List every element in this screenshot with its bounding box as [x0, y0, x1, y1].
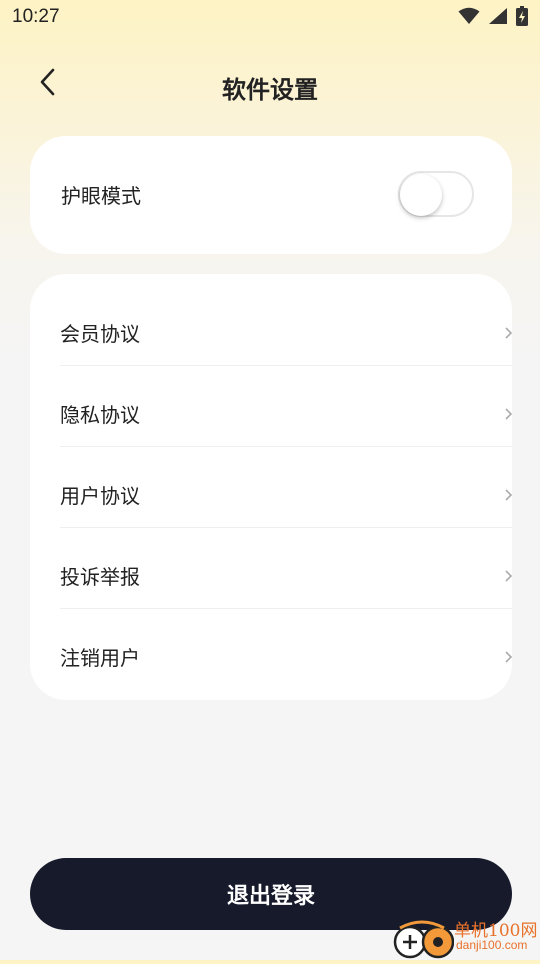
eye-mode-card: 护眼模式 [30, 136, 512, 254]
battery-charging-icon [516, 6, 528, 26]
cell-signal-icon [488, 7, 508, 25]
toggle-knob [400, 174, 442, 216]
list-item-user-agreement[interactable]: 用户协议 [60, 446, 513, 526]
eye-mode-label: 护眼模式 [61, 184, 141, 208]
watermark-logo-icon [392, 920, 455, 964]
chevron-right-icon [505, 567, 513, 586]
list-item-privacy-agreement[interactable]: 隐私协议 [60, 365, 513, 445]
page-title: 软件设置 [222, 76, 318, 104]
eye-mode-toggle[interactable] [398, 171, 474, 217]
list-item-label: 投诉举报 [60, 565, 140, 589]
status-bar: 10:27 [0, 0, 540, 36]
chevron-right-icon [505, 405, 513, 424]
chevron-right-icon [505, 648, 513, 667]
watermark-url: danji100.com [456, 938, 528, 952]
list-item-complaint-report[interactable]: 投诉举报 [60, 527, 513, 607]
settings-list-card: 会员协议 隐私协议 用户协议 投诉举报 注销用户 [30, 274, 513, 700]
list-item-label: 注销用户 [60, 646, 140, 670]
chevron-right-icon [505, 324, 513, 343]
status-time: 10:27 [12, 6, 60, 27]
wifi-icon [458, 7, 480, 25]
list-item-delete-account[interactable]: 注销用户 [60, 608, 513, 688]
list-item-label: 会员协议 [60, 322, 140, 346]
list-item-member-agreement[interactable]: 会员协议 [60, 284, 513, 364]
watermark: 单机100网 danji100.com [392, 916, 540, 960]
list-item-label: 用户协议 [60, 484, 140, 508]
status-icons [458, 6, 528, 26]
chevron-right-icon [505, 486, 513, 505]
list-item-label: 隐私协议 [60, 403, 140, 427]
nav-bar: 软件设置 [0, 52, 540, 116]
